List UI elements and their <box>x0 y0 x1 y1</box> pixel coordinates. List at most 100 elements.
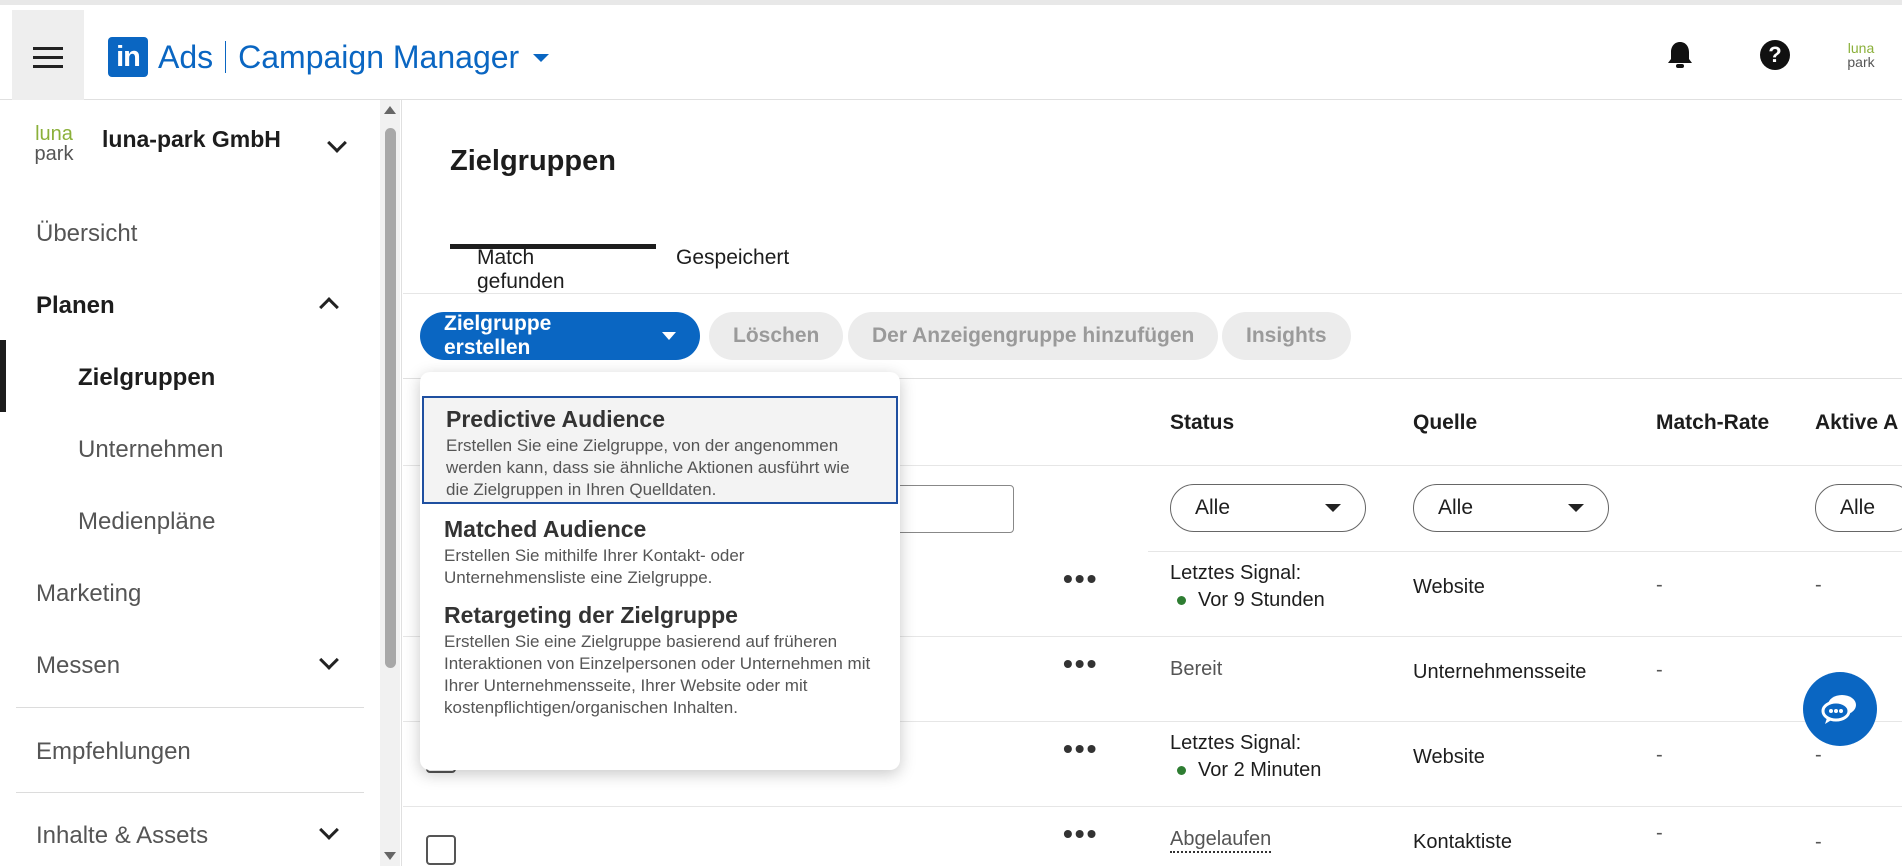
linkedin-logo: in <box>108 37 148 77</box>
add-to-ad-group-button[interactable]: Der Anzeigengruppe hinzufügen <box>848 312 1219 360</box>
brand-product-label: Campaign Manager <box>238 38 520 75</box>
source-text: Unternehmensseite <box>1413 661 1587 683</box>
menu-item-matched-audience[interactable]: Matched Audience Erstellen Sie mithilfe … <box>422 508 898 597</box>
source-filter-value: Alle <box>1438 496 1474 519</box>
delete-label: Löschen <box>733 324 820 347</box>
sidebar-item-empfehlungen[interactable]: Empfehlungen <box>36 738 191 766</box>
active-indicator <box>0 340 6 412</box>
name-filter-input[interactable] <box>893 485 1014 533</box>
row-divider <box>403 806 1902 807</box>
create-audience-menu: Predictive Audience Erstellen Sie eine Z… <box>420 372 900 770</box>
page-title: Zielgruppen <box>450 145 616 177</box>
brand-ads-label: Ads <box>158 38 214 75</box>
column-header-status[interactable]: Status <box>1170 411 1234 435</box>
scroll-up-arrow-icon[interactable] <box>384 106 396 114</box>
sidebar-scrollbar[interactable] <box>380 100 400 866</box>
divider <box>16 792 364 793</box>
match-rate-text: - <box>1656 744 1663 766</box>
chevron-down-icon <box>662 332 676 340</box>
org-logo: luna park <box>34 123 74 165</box>
status-dot-icon <box>1177 596 1186 606</box>
chevron-down-icon[interactable] <box>327 133 347 153</box>
column-header-active[interactable]: Aktive A <box>1815 411 1898 435</box>
active-filter-value: Alle <box>1840 496 1876 519</box>
row-divider <box>1148 551 1902 552</box>
add-to-ad-group-label: Der Anzeigengruppe hinzufügen <box>872 324 1195 347</box>
sidebar: luna park luna-park GmbH Übersicht Plane… <box>0 100 402 866</box>
menu-icon <box>33 47 63 68</box>
status-text: Letztes Signal: <box>1170 732 1302 754</box>
sidebar-item-medienplaene[interactable]: Medienpläne <box>78 508 215 536</box>
sidebar-item-messen[interactable]: Messen <box>36 652 120 680</box>
brand-separator <box>225 41 227 73</box>
status-filter-select[interactable]: Alle <box>1170 484 1366 532</box>
active-text: - <box>1815 574 1822 596</box>
more-options-icon[interactable]: ••• <box>1063 563 1098 595</box>
status-detail: Vor 2 Minuten <box>1177 759 1321 782</box>
source-text: Website <box>1413 746 1485 768</box>
sidebar-item-marketing[interactable]: Marketing <box>36 580 141 608</box>
scroll-down-arrow-icon[interactable] <box>384 852 396 860</box>
more-options-icon[interactable]: ••• <box>1063 648 1098 680</box>
active-text: - <box>1815 744 1822 766</box>
chat-button[interactable] <box>1803 672 1877 746</box>
status-filter-value: Alle <box>1195 496 1231 519</box>
row-checkbox[interactable] <box>426 835 456 865</box>
status-text[interactable]: Abgelaufen <box>1170 828 1272 853</box>
sidebar-item-unternehmen[interactable]: Unternehmen <box>78 436 223 464</box>
tab-gespeichert[interactable]: Gespeichert <box>676 240 789 292</box>
match-rate-text: - <box>1656 659 1663 681</box>
chevron-down-icon <box>1568 504 1584 512</box>
create-audience-button[interactable]: Zielgruppe erstellen <box>420 312 700 360</box>
more-options-icon[interactable]: ••• <box>1063 733 1098 765</box>
column-header-source[interactable]: Quelle <box>1413 411 1477 435</box>
bell-icon[interactable] <box>1664 39 1696 71</box>
top-bar: in Ads Campaign Manager ? luna park <box>0 0 1902 105</box>
sidebar-item-zielgruppen[interactable]: Zielgruppen <box>78 364 215 392</box>
more-options-icon[interactable]: ••• <box>1063 818 1098 850</box>
menu-item-description: Erstellen Sie eine Zielgruppe basierend … <box>444 632 871 717</box>
source-filter-select[interactable]: Alle <box>1413 484 1609 532</box>
help-icon[interactable]: ? <box>1759 39 1791 71</box>
sidebar-item-uebersicht[interactable]: Übersicht <box>36 220 137 248</box>
active-filter-select[interactable]: Alle <box>1815 484 1902 532</box>
insights-button[interactable]: Insights <box>1222 312 1351 360</box>
status-detail: Vor 9 Stunden <box>1177 589 1325 612</box>
source-text: Website <box>1413 576 1485 598</box>
chevron-down-icon[interactable] <box>319 650 339 670</box>
tabs-border <box>403 293 1902 294</box>
match-rate-text: - <box>1656 574 1663 596</box>
menu-item-title: Predictive Audience <box>446 406 666 432</box>
org-switcher[interactable]: luna park luna-park GmbH <box>30 122 370 182</box>
match-rate-text: - <box>1656 822 1663 844</box>
menu-item-title: Matched Audience <box>444 516 647 542</box>
scroll-thumb[interactable] <box>385 128 396 668</box>
menu-item-description: Erstellen Sie mithilfe Ihrer Kontakt- od… <box>444 546 745 587</box>
menu-button[interactable] <box>12 10 84 105</box>
status-text: Letztes Signal: <box>1170 562 1302 584</box>
org-name: luna-park GmbH <box>102 126 281 152</box>
menu-item-predictive-audience[interactable]: Predictive Audience Erstellen Sie eine Z… <box>422 396 898 504</box>
chevron-down-icon[interactable] <box>319 820 339 840</box>
chat-icon <box>1821 695 1856 724</box>
chevron-up-icon[interactable] <box>319 297 339 317</box>
active-tab-underline <box>450 244 656 249</box>
column-header-match-rate[interactable]: Match-Rate <box>1656 411 1769 435</box>
status-time: Vor 9 Stunden <box>1198 589 1325 611</box>
brand[interactable]: in Ads Campaign Manager <box>108 37 550 77</box>
menu-item-description: Erstellen Sie eine Zielgruppe, von der a… <box>446 436 850 499</box>
sidebar-item-inhalte-assets[interactable]: Inhalte & Assets <box>36 822 208 850</box>
sidebar-item-planen[interactable]: Planen <box>36 292 115 320</box>
chevron-down-icon[interactable] <box>533 54 550 62</box>
menu-item-retargeting[interactable]: Retargeting der Zielgruppe Erstellen Sie… <box>422 594 898 727</box>
menu-item-title: Retargeting der Zielgruppe <box>444 602 738 628</box>
status-time: Vor 2 Minuten <box>1198 759 1322 781</box>
account-avatar[interactable]: luna park <box>1844 41 1878 69</box>
status-dot-icon <box>1177 766 1186 776</box>
divider <box>16 707 364 708</box>
status-text: Bereit <box>1170 658 1223 680</box>
insights-label: Insights <box>1246 324 1327 347</box>
delete-button[interactable]: Löschen <box>709 312 844 360</box>
create-audience-label: Zielgruppe erstellen <box>444 312 552 359</box>
source-text: Kontaktiste <box>1413 831 1512 853</box>
